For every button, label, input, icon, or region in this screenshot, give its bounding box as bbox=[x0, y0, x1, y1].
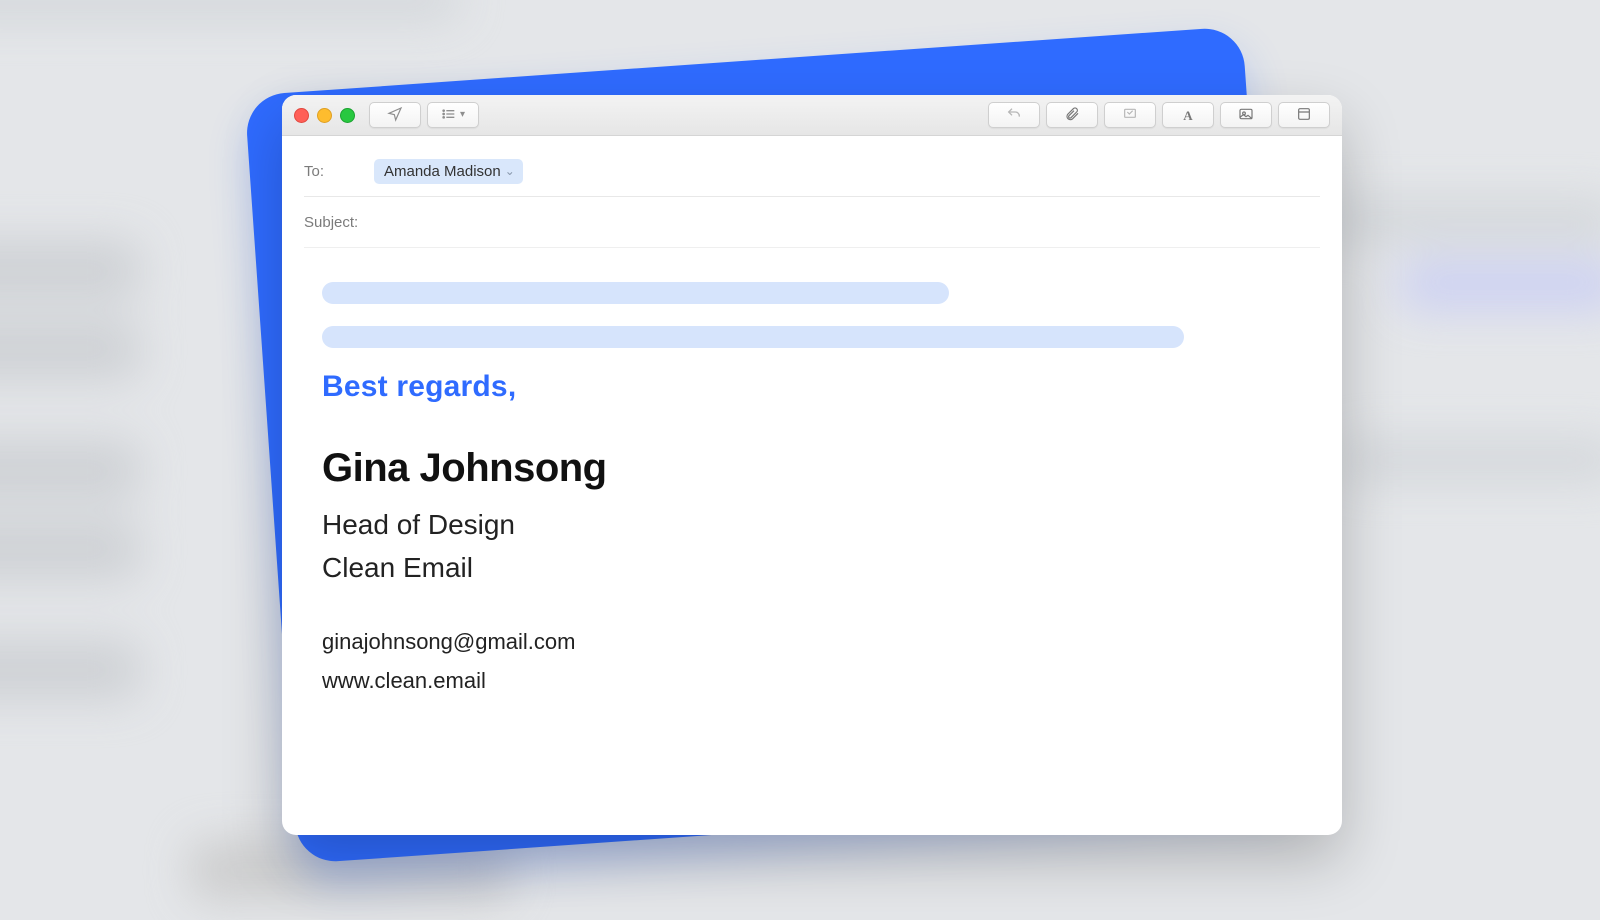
paperclip-icon bbox=[1064, 106, 1080, 124]
markup-icon bbox=[1122, 106, 1138, 124]
attach-button[interactable] bbox=[1046, 102, 1098, 128]
signature-name: Gina Johnsong bbox=[322, 446, 1302, 491]
signature-company: Clean Email bbox=[322, 546, 1302, 589]
reply-button[interactable] bbox=[988, 102, 1040, 128]
reply-icon bbox=[1006, 106, 1022, 124]
to-field-row[interactable]: To: Amanda Madison ⌄ bbox=[304, 146, 1320, 197]
window-controls bbox=[294, 108, 355, 123]
body-text-placeholder bbox=[322, 326, 1184, 348]
close-button[interactable] bbox=[294, 108, 309, 123]
subject-input[interactable] bbox=[374, 213, 1320, 232]
compose-header-fields: To: Amanda Madison ⌄ Subject: bbox=[282, 136, 1342, 248]
recipient-name: Amanda Madison bbox=[384, 163, 501, 180]
format-a-icon: A bbox=[1183, 109, 1192, 122]
header-fields-menu[interactable]: ▾ bbox=[427, 102, 479, 128]
signoff-text: Best regards, bbox=[322, 370, 1302, 404]
zoom-button[interactable] bbox=[340, 108, 355, 123]
minimize-button[interactable] bbox=[317, 108, 332, 123]
emoji-button[interactable] bbox=[1278, 102, 1330, 128]
recipient-chip[interactable]: Amanda Madison ⌄ bbox=[374, 159, 523, 184]
compose-window: ▾ A bbox=[282, 95, 1342, 835]
photo-button[interactable] bbox=[1220, 102, 1272, 128]
format-button[interactable]: A bbox=[1162, 102, 1214, 128]
markup-button[interactable] bbox=[1104, 102, 1156, 128]
photo-icon bbox=[1238, 106, 1254, 124]
subject-field-row[interactable]: Subject: bbox=[304, 197, 1320, 248]
send-button[interactable] bbox=[369, 102, 421, 128]
signature-title: Head of Design bbox=[322, 503, 1302, 546]
to-label: To: bbox=[304, 163, 374, 180]
list-icon bbox=[441, 106, 457, 124]
compose-body[interactable]: Best regards, Gina Johnsong Head of Desi… bbox=[282, 248, 1342, 835]
signature-website: www.clean.email bbox=[322, 661, 1302, 701]
signature-email: ginajohnsong@gmail.com bbox=[322, 622, 1302, 662]
subject-label: Subject: bbox=[304, 214, 374, 231]
paper-plane-icon bbox=[387, 106, 403, 124]
body-text-placeholder bbox=[322, 282, 949, 304]
window-titlebar: ▾ A bbox=[282, 95, 1342, 136]
chevron-down-icon: ⌄ bbox=[505, 164, 515, 178]
chevron-down-icon: ▾ bbox=[460, 110, 465, 120]
panel-icon bbox=[1296, 106, 1312, 124]
